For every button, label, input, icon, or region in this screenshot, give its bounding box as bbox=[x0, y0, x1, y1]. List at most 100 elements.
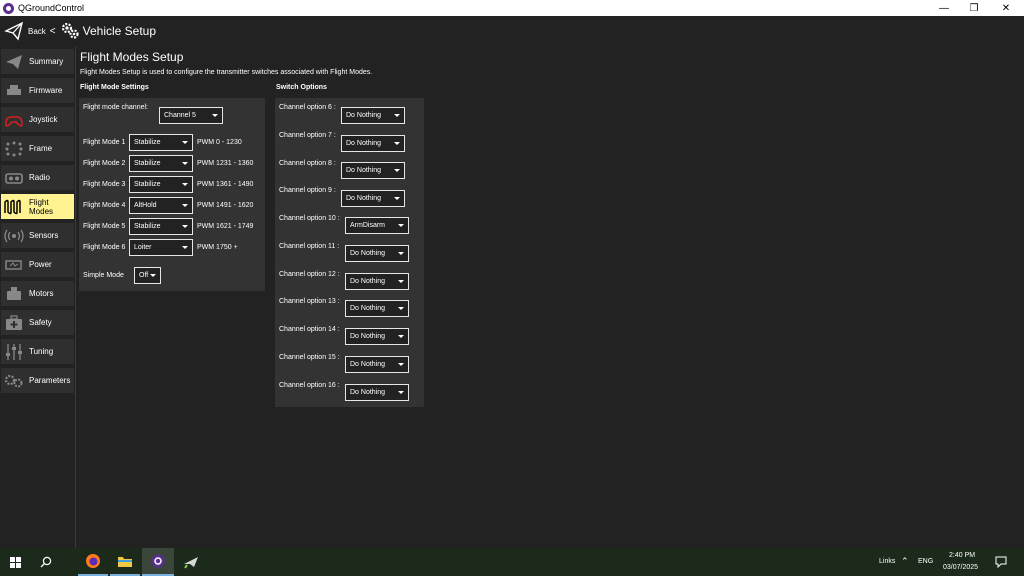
flight-mode-4-select[interactable]: AltHold bbox=[129, 197, 193, 214]
dropdown-value: Do Nothing bbox=[346, 112, 382, 119]
sidebar-item-label: Power bbox=[29, 260, 52, 269]
language-indicator[interactable]: ENG bbox=[918, 558, 933, 565]
close-icon[interactable]: ✕ bbox=[990, 0, 1022, 16]
flight-mode-5-select[interactable]: Stabilize bbox=[129, 218, 193, 235]
breadcrumb-separator: < bbox=[49, 25, 56, 37]
sidebar-item-label: Safety bbox=[29, 318, 52, 327]
flight-mode-5-pwm: PWM 1621 - 1749 bbox=[197, 223, 254, 230]
channel-option-6-select[interactable]: Do Nothing bbox=[341, 107, 405, 124]
flight-mode-settings-panel: Flight mode channel: Channel 5 Flight Mo… bbox=[79, 98, 265, 291]
channel-option-14-label: Channel option 14 : bbox=[279, 326, 340, 333]
power-battery-icon bbox=[4, 256, 24, 274]
channel-option-11-label: Channel option 11 : bbox=[279, 243, 340, 250]
windows-start-icon[interactable] bbox=[0, 548, 30, 576]
flight-mode-6-select[interactable]: Loiter bbox=[129, 239, 193, 256]
clock-time[interactable]: 2:40 PM bbox=[949, 552, 975, 559]
chevron-down-icon bbox=[182, 246, 188, 249]
channel-option-6-label: Channel option 6 : bbox=[279, 104, 336, 111]
sidebar-item-flight-modes[interactable]: Flight Modes bbox=[1, 194, 74, 219]
dropdown-value: Do Nothing bbox=[350, 278, 386, 285]
sidebar-item-frame[interactable]: Frame bbox=[1, 136, 74, 161]
chevron-down-icon bbox=[398, 252, 404, 255]
chevron-down-icon bbox=[398, 363, 404, 366]
channel-option-10-label: Channel option 10 : bbox=[279, 215, 340, 222]
links-label[interactable]: Links bbox=[879, 558, 895, 565]
channel-option-7-label: Channel option 7 : bbox=[279, 132, 336, 139]
sidebar-item-parameters[interactable]: Parameters bbox=[1, 368, 74, 393]
window-title: QGroundControl bbox=[18, 3, 85, 13]
sidebar-item-label: Parameters bbox=[29, 376, 71, 385]
channel-option-11-select[interactable]: Do Nothing bbox=[345, 245, 409, 262]
firefox-icon[interactable] bbox=[78, 548, 108, 576]
flight-mode-1-select[interactable]: Stabilize bbox=[129, 134, 193, 151]
paper-plane-icon bbox=[4, 53, 24, 71]
sidebar-item-tuning[interactable]: Tuning bbox=[1, 339, 74, 364]
sidebar-item-sensors[interactable]: Sensors bbox=[1, 223, 74, 248]
chevron-down-icon bbox=[398, 335, 404, 338]
dropdown-value: Stabilize bbox=[134, 139, 161, 146]
channel-option-9-select[interactable]: Do Nothing bbox=[341, 190, 405, 207]
channel-option-12-label: Channel option 12 : bbox=[279, 271, 340, 278]
flight-mode-1-label: Flight Mode 1 bbox=[83, 139, 126, 146]
file-explorer-icon[interactable] bbox=[110, 548, 140, 576]
channel-option-8-select[interactable]: Do Nothing bbox=[341, 162, 405, 179]
flight-mode-channel-select[interactable]: Channel 5 bbox=[159, 107, 223, 124]
chevron-down-icon bbox=[394, 114, 400, 117]
flight-mode-6-pwm: PWM 1750 + bbox=[197, 244, 238, 251]
flight-mode-2-select[interactable]: Stabilize bbox=[129, 155, 193, 172]
qgroundcontrol-app-icon bbox=[3, 2, 14, 14]
qgroundcontrol-icon[interactable] bbox=[142, 548, 174, 576]
joystick-icon bbox=[4, 111, 24, 129]
dropdown-value: Loiter bbox=[134, 244, 152, 251]
chevron-down-icon bbox=[398, 224, 404, 227]
minimize-icon[interactable]: — bbox=[928, 0, 960, 16]
flight-modes-setup-title: Flight Modes Setup bbox=[80, 50, 184, 64]
sidebar-item-motors[interactable]: Motors bbox=[1, 281, 74, 306]
sidebar-item-summary[interactable]: Summary bbox=[1, 49, 74, 74]
flight-mode-3-label: Flight Mode 3 bbox=[83, 181, 126, 188]
channel-option-8-label: Channel option 8 : bbox=[279, 160, 336, 167]
sidebar-item-safety[interactable]: Safety bbox=[1, 310, 74, 335]
flight-mode-settings-heading: Flight Mode Settings bbox=[80, 84, 149, 91]
parameters-gears-icon bbox=[4, 372, 24, 390]
sidebar-item-label: Radio bbox=[29, 173, 50, 182]
channel-option-13-select[interactable]: Do Nothing bbox=[345, 300, 409, 317]
dropdown-value: Channel 5 bbox=[164, 112, 196, 119]
channel-option-15-select[interactable]: Do Nothing bbox=[345, 356, 409, 373]
sidebar-item-label: Tuning bbox=[29, 347, 54, 356]
sidebar-item-joystick[interactable]: Joystick bbox=[1, 107, 74, 132]
window-titlebar: QGroundControl — ❐ ✕ bbox=[0, 0, 1024, 16]
sidebar-item-radio[interactable]: Radio bbox=[1, 165, 74, 190]
chevron-down-icon bbox=[212, 114, 218, 117]
flight-mode-4-pwm: PWM 1491 - 1620 bbox=[197, 202, 254, 209]
chevron-up-icon[interactable]: ⌃ bbox=[901, 556, 909, 567]
simple-mode-select[interactable]: Off bbox=[134, 267, 161, 284]
channel-option-16-select[interactable]: Do Nothing bbox=[345, 384, 409, 401]
channel-option-10-select[interactable]: ArmDisarm bbox=[345, 217, 409, 234]
firmware-chip-icon bbox=[4, 82, 24, 100]
sensors-icon bbox=[4, 227, 24, 245]
mission-planner-icon[interactable] bbox=[176, 548, 206, 576]
page-title: Vehicle Setup bbox=[82, 24, 157, 38]
back-button[interactable]: Back bbox=[28, 27, 46, 36]
dropdown-value: Do Nothing bbox=[346, 167, 382, 174]
channel-option-7-select[interactable]: Do Nothing bbox=[341, 135, 405, 152]
dropdown-value: Stabilize bbox=[134, 160, 161, 167]
channel-option-12-select[interactable]: Do Nothing bbox=[345, 273, 409, 290]
sidebar-item-power[interactable]: Power bbox=[1, 252, 74, 277]
notifications-icon[interactable] bbox=[990, 548, 1012, 576]
switch-options-panel: Channel option 6 : Do Nothing Channel op… bbox=[275, 98, 424, 407]
search-icon[interactable] bbox=[32, 548, 60, 576]
channel-option-14-select[interactable]: Do Nothing bbox=[345, 328, 409, 345]
flight-mode-2-label: Flight Mode 2 bbox=[83, 160, 126, 167]
flight-mode-3-select[interactable]: Stabilize bbox=[129, 176, 193, 193]
sidebar-item-label: Frame bbox=[29, 144, 53, 153]
maximize-icon[interactable]: ❐ bbox=[958, 0, 990, 16]
clock-date[interactable]: 03/07/2025 bbox=[943, 564, 978, 571]
sidebar-item-label: Flight Modes bbox=[29, 197, 54, 216]
chevron-down-icon bbox=[182, 225, 188, 228]
simple-mode-label: Simple Mode bbox=[83, 272, 124, 279]
back-paper-plane-icon[interactable] bbox=[4, 21, 24, 41]
sidebar-item-firmware[interactable]: Firmware bbox=[1, 78, 74, 103]
dropdown-value: Do Nothing bbox=[350, 333, 386, 340]
